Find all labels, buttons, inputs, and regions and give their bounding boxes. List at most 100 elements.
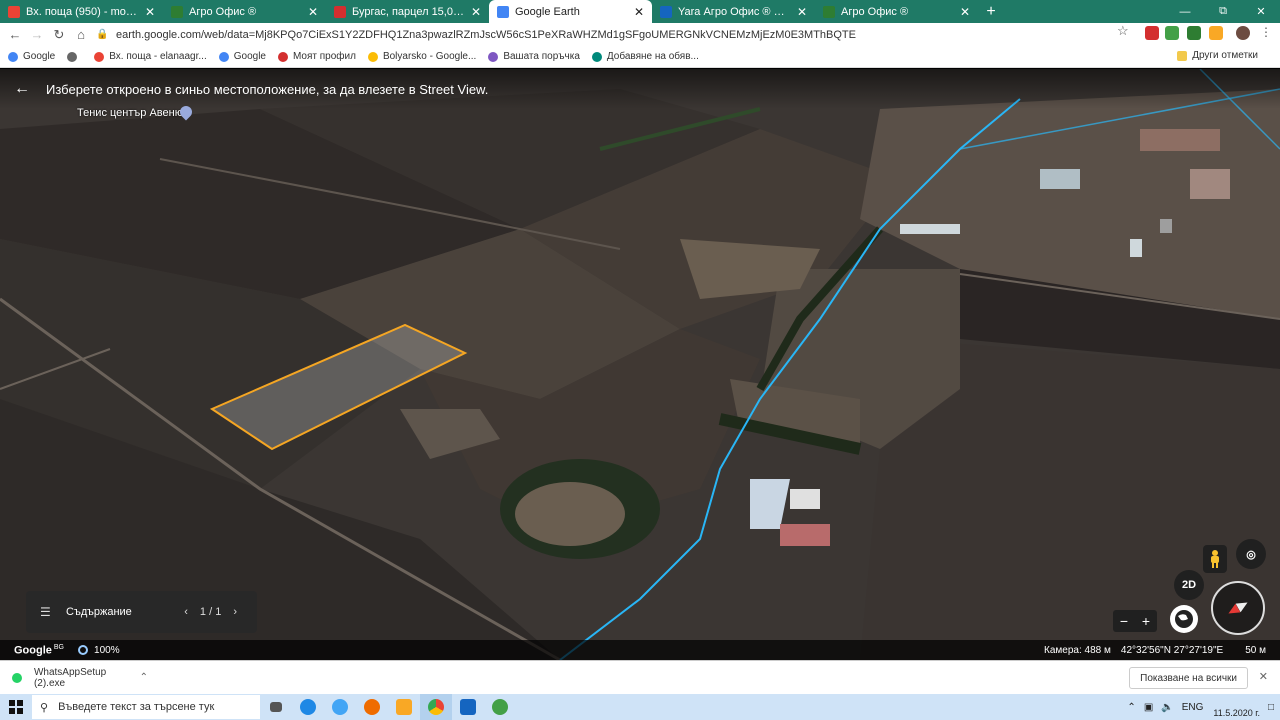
street-view-banner: ← Изберете откроено в синьо местоположен… [0, 69, 1280, 109]
tab-close-icon[interactable]: ✕ [145, 5, 155, 19]
prev-icon[interactable]: ‹ [184, 606, 188, 618]
menu-icon[interactable]: ⋮ [1260, 25, 1274, 39]
place-label[interactable]: Тенис център Авеню [77, 107, 183, 119]
taskbar-search[interactable]: ⚲ Въведете текст за търсене тук [32, 695, 260, 719]
search-icon: ⚲ [40, 701, 49, 714]
other-bookmarks[interactable]: Други отметки [1177, 50, 1258, 61]
bookmark-item[interactable]: Bolyarsko - Google... [367, 51, 477, 62]
adblock-icon[interactable] [1145, 26, 1159, 40]
windows-taskbar: ⚲ Въведете текст за търсене тук ⌃ ▣ 🔈 EN… [0, 694, 1280, 720]
browser-tab[interactable]: Агро Офис ® ✕ [815, 0, 978, 23]
coordinates: 42°32'56"N 27°27'19"E [1120, 644, 1224, 656]
chevron-up-icon[interactable]: ⌃ [140, 672, 148, 683]
satellite-imagery[interactable] [0, 69, 1280, 660]
tab-favicon-icon [823, 5, 835, 18]
bookmark-item[interactable]: Google [218, 51, 266, 62]
lock-icon: 🔒 [96, 29, 109, 40]
bookmark-label: Bolyarsko - Google... [382, 51, 477, 62]
photos-icon[interactable] [452, 694, 484, 720]
address-bar[interactable]: 🔒 earth.google.com/web/data=Mj8KPQo7CiEx… [96, 25, 1106, 44]
task-view-icon[interactable] [260, 694, 292, 720]
tab-close-icon[interactable]: ✕ [308, 5, 318, 19]
zoom-in-icon[interactable]: + [1142, 613, 1150, 629]
browser-toolbar: ← → ↻ ⌂ 🔒 earth.google.com/web/data=Mj8K… [0, 23, 1280, 46]
edge-icon[interactable] [292, 694, 324, 720]
shield-icon[interactable] [1165, 26, 1179, 40]
loading-percent: 100% [94, 644, 120, 656]
folder-icon [1177, 50, 1188, 61]
tab-favicon-icon [497, 5, 509, 18]
toggle-2d-button[interactable]: 2D [1174, 570, 1204, 600]
tab-close-icon[interactable]: ✕ [634, 5, 644, 19]
contents-panel[interactable]: ☰ Съдържание ‹ 1 / 1 › [26, 591, 257, 633]
notifications-icon[interactable]: □ [1268, 702, 1274, 713]
browser-tab[interactable]: Yara Агро Офис ® Карти - Agro ✕ [652, 0, 815, 23]
extension-icon[interactable] [1209, 26, 1223, 40]
google-logo: Google BG [14, 643, 65, 657]
compass-icon[interactable] [1211, 581, 1265, 635]
star-icon[interactable]: ☆ [1117, 23, 1131, 38]
chrome-icon[interactable] [420, 694, 452, 720]
reload-icon[interactable]: ↻ [48, 27, 70, 43]
globe-icon[interactable] [1170, 605, 1198, 633]
zoom-out-icon[interactable]: − [1120, 613, 1128, 629]
clock[interactable]: 11.5.2020 г. [1213, 696, 1260, 718]
compass-needle-icon [1226, 598, 1250, 618]
home-icon[interactable]: ⌂ [70, 27, 92, 42]
browser-tab[interactable]: Google Earth ✕ [489, 0, 652, 23]
firefox-icon[interactable] [356, 694, 388, 720]
bookmark-item[interactable]: Вашата поръчка [488, 51, 580, 62]
tab-close-icon[interactable]: ✕ [471, 5, 481, 19]
scale-label: 50 м [1245, 644, 1266, 656]
ie-icon[interactable] [324, 694, 356, 720]
system-tray: ⌃ ▣ 🔈 ENG 11.5.2020 г. □ [1119, 694, 1274, 720]
new-tab-button[interactable]: + [978, 0, 1004, 23]
browser-tab[interactable]: Бургас, парцел 15,000 дка. -Чар ✕ [326, 0, 489, 23]
my-location-icon[interactable]: ◎ [1236, 539, 1266, 569]
forward-icon[interactable]: → [26, 27, 48, 42]
bookmark-item[interactable]: Моят профил [277, 51, 356, 62]
street-view-message: Изберете откроено в синьо местоположение… [46, 82, 489, 97]
windows-start-icon[interactable] [0, 700, 32, 714]
earth-3d-view[interactable]: ← Изберете откроено в синьо местоположен… [0, 69, 1280, 660]
tab-close-icon[interactable]: ✕ [960, 5, 970, 19]
network-icon[interactable]: ▣ [1144, 702, 1153, 713]
browser-tab[interactable]: Вх. поща (950) - mollov67@gma ✕ [0, 0, 163, 23]
whatsapp-icon [12, 672, 22, 683]
next-icon[interactable]: › [233, 606, 237, 618]
file-explorer-icon[interactable] [388, 694, 420, 720]
browser-tab[interactable]: Агро Офис ® ✕ [163, 0, 326, 23]
tab-title: Google Earth [515, 5, 580, 18]
bookmark-item[interactable]: Вх. поща - elanaagr... [94, 51, 207, 62]
language-indicator[interactable]: ENG [1182, 702, 1204, 713]
show-all-button[interactable]: Показване на всички [1129, 667, 1248, 689]
url-text: earth.google.com/web/data=Mj8KPQo7CiExS1… [116, 28, 856, 41]
back-arrow-icon[interactable]: ← [14, 80, 30, 98]
bookmark-item[interactable]: Google [8, 51, 55, 62]
volume-icon[interactable]: 🔈 [1161, 702, 1173, 713]
tab-close-icon[interactable]: ✕ [797, 5, 807, 19]
downloads-shelf: WhatsAppSetup (2).exe ⌃ Показване на вси… [0, 660, 1280, 694]
download-item[interactable]: WhatsAppSetup (2).exe ⌃ [12, 667, 148, 689]
bookmark-favicon-icon [277, 51, 288, 62]
tab-title: Вх. поща (950) - mollov67@gma [26, 5, 139, 18]
extension-icon[interactable] [1187, 26, 1201, 40]
minimize-icon[interactable]: — [1166, 0, 1204, 23]
whatsapp-icon[interactable] [484, 694, 516, 720]
chevron-up-icon[interactable]: ⌃ [1127, 702, 1135, 713]
tab-title: Yara Агро Офис ® Карти - Agro [678, 5, 791, 18]
bookmark-item[interactable] [67, 51, 82, 62]
pegman-icon[interactable] [1203, 545, 1227, 573]
bookmark-item[interactable]: Добавяне на обяв... [591, 51, 699, 62]
restore-icon[interactable]: ⧉ [1204, 0, 1242, 23]
bookmark-label: Google [233, 51, 266, 62]
avatar[interactable] [1236, 26, 1250, 40]
close-icon[interactable]: ✕ [1259, 670, 1268, 683]
tab-strip: Вх. поща (950) - mollov67@gma ✕ Агро Офис … [0, 0, 1280, 23]
zoom-controls: − + [1113, 610, 1157, 632]
tab-title: Бургас, парцел 15,000 дка. -Чар [352, 5, 465, 18]
tab-title: Агро Офис ® [841, 5, 909, 18]
back-icon[interactable]: ← [4, 27, 26, 42]
bookmark-favicon-icon [8, 51, 18, 62]
close-window-icon[interactable]: ✕ [1242, 0, 1280, 23]
